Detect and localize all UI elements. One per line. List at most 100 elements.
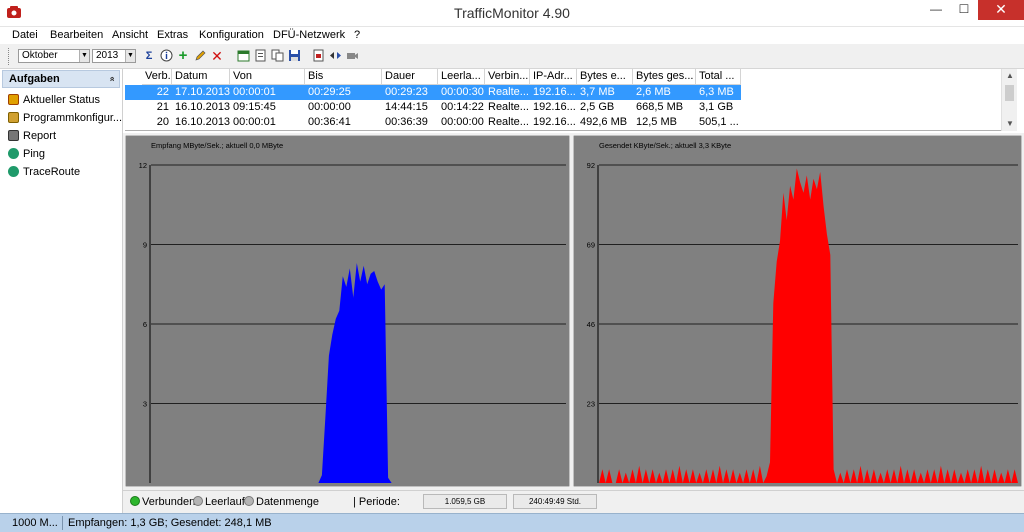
rx-tick-label: 6	[143, 320, 147, 329]
month-select[interactable]: Oktober ▼	[18, 49, 90, 63]
column-header[interactable]: Verbin...	[485, 69, 530, 85]
delete-icon[interactable]: ✕	[210, 49, 224, 63]
chevron-down-icon[interactable]: ▼	[79, 50, 89, 62]
menu-help[interactable]: ?	[354, 29, 360, 41]
toolbar-grip[interactable]	[8, 48, 11, 65]
scrollbar-thumb[interactable]	[1005, 85, 1014, 101]
info-icon[interactable]	[159, 49, 173, 63]
table-cell: Realte...	[488, 116, 529, 128]
table-cell: 2,6 MB	[636, 86, 671, 98]
chart-area: Empfang MByte/Sek.; aktuell 0,0 MByte 3 6…	[123, 133, 1024, 490]
export-icon[interactable]	[253, 49, 267, 63]
table-cell: 16.10.2013	[175, 116, 230, 128]
column-header[interactable]: Dauer	[382, 69, 438, 85]
print-icon[interactable]	[311, 49, 325, 63]
table-cell: 22	[156, 86, 169, 98]
collapse-icon[interactable]: »	[103, 76, 119, 81]
menu-datei[interactable]: Datei	[12, 29, 38, 41]
close-button[interactable]: ✕	[978, 0, 1024, 20]
calendar-icon[interactable]	[236, 49, 250, 63]
month-select-value: Oktober	[22, 50, 58, 61]
column-header[interactable]: Verb.	[142, 69, 172, 85]
status-idle: Leerlauf	[193, 496, 245, 508]
tx-tick-label: 69	[587, 241, 595, 250]
menu-extras[interactable]: Extras	[157, 29, 188, 41]
status-idle-label: Leerlauf	[205, 496, 245, 508]
save-icon[interactable]	[287, 49, 301, 63]
window-status-bar: 1000 M... Empfangen: 1,3 GB; Gesendet: 2…	[0, 513, 1024, 532]
task-ping[interactable]: Ping	[8, 147, 122, 162]
task-current-status[interactable]: Aktueller Status	[8, 93, 122, 108]
tx-tick-label: 92	[587, 161, 595, 170]
table-row[interactable]: 22 17.10.2013 00:00:01 00:29:25 00:29:23…	[125, 85, 741, 100]
table-cell: 668,5 MB	[636, 101, 684, 113]
table-cell: 12,5 MB	[636, 116, 677, 128]
link-speed: 1000 M...	[12, 517, 58, 529]
year-select-value: 2013	[96, 50, 119, 61]
connected-dot-icon	[130, 496, 140, 506]
config-icon	[8, 112, 19, 123]
maximize-button[interactable]: ☐	[950, 0, 978, 20]
table-row[interactable]: 20 16.10.2013 00:00:01 00:36:41 00:36:39…	[125, 115, 741, 130]
camera-icon[interactable]	[345, 49, 359, 63]
column-header[interactable]: Bytes e...	[577, 69, 633, 85]
menu-bar: Datei Bearbeiten Ansicht Extras Konfigur…	[0, 27, 1024, 44]
network-icon[interactable]	[328, 49, 342, 63]
add-icon[interactable]: +	[176, 48, 190, 63]
table-cell: 6,3 MB	[699, 86, 734, 98]
menu-ansicht[interactable]: Ansicht	[112, 29, 148, 41]
table-cell: 00:00:00	[441, 116, 484, 128]
rx-tick-label: 9	[143, 241, 147, 250]
edit-icon[interactable]	[193, 49, 207, 63]
period-label: | Periode:	[353, 496, 400, 508]
connection-status-bar: Verbunden Leerlauf Datenmenge | Periode:…	[123, 490, 1024, 513]
idle-dot-icon	[193, 496, 203, 506]
year-select[interactable]: 2013 ▼	[92, 49, 136, 63]
table-cell: 492,6 MB	[580, 116, 628, 128]
table-cell: 21	[156, 101, 169, 113]
column-header[interactable]: Bytes ges...	[633, 69, 696, 85]
task-program-config[interactable]: Programmkonfigur...	[8, 111, 122, 126]
status-connected-label: Verbunden	[142, 496, 196, 508]
table-row[interactable]: 21 16.10.2013 09:15:45 00:00:00 14:44:15…	[125, 100, 741, 115]
table-cell: 192.16...	[533, 86, 576, 98]
table-cell: 00:29:25	[308, 86, 351, 98]
period-time: 240:49:49 Std.	[513, 494, 597, 509]
tx-tick-label: 23	[587, 400, 595, 409]
column-header[interactable]: Von	[230, 69, 305, 85]
minimize-button[interactable]: —	[922, 0, 950, 20]
status-datavolume-label: Datenmenge	[256, 496, 319, 508]
copy-icon[interactable]	[270, 49, 284, 63]
rx-tick-label: 3	[143, 400, 147, 409]
column-header[interactable]: Datum	[172, 69, 230, 85]
column-header[interactable]: Bis	[305, 69, 382, 85]
column-header[interactable]: IP-Adr...	[530, 69, 577, 85]
status-connected: Verbunden	[130, 496, 195, 508]
column-header[interactable]: Leerla...	[438, 69, 485, 85]
task-report[interactable]: Report	[8, 129, 122, 144]
scroll-up-icon[interactable]: ▲	[1002, 69, 1018, 83]
sum-icon[interactable]: Σ	[142, 49, 156, 63]
table-cell: 00:36:41	[308, 116, 351, 128]
column-header[interactable]: Total ...	[696, 69, 741, 85]
table-cell: 16.10.2013	[175, 101, 230, 113]
send-chart: Gesendet KByte/Sek.; aktuell 3,3 KByte 2…	[573, 135, 1022, 487]
menu-konfiguration[interactable]: Konfiguration	[199, 29, 264, 41]
table-cell: 192.16...	[533, 116, 576, 128]
received-sent-summary: Empfangen: 1,3 GB; Gesendet: 248,1 MB	[68, 517, 272, 529]
table-scrollbar[interactable]: ▲ ▼	[1001, 69, 1017, 131]
task-current-status-label: Aktueller Status	[23, 94, 101, 106]
menu-dfu-netzwerk[interactable]: DFÜ-Netzwerk	[273, 29, 345, 41]
table-cell: 14:44:15	[385, 101, 428, 113]
task-panel-header[interactable]: Aufgaben »	[2, 70, 120, 88]
task-traceroute[interactable]: TraceRoute	[8, 165, 122, 180]
menu-bearbeiten[interactable]: Bearbeiten	[50, 29, 103, 41]
title-bar: TrafficMonitor 4.90 — ☐ ✕	[0, 0, 1024, 27]
receive-chart-title: Empfang MByte/Sek.; aktuell 0,0 MByte	[151, 141, 283, 150]
status-icon	[8, 94, 19, 105]
chevron-down-icon[interactable]: ▼	[125, 50, 135, 62]
period-volume: 1.059,5 GB	[423, 494, 507, 509]
table-cell: 00:36:39	[385, 116, 428, 128]
scroll-down-icon[interactable]: ▼	[1002, 117, 1018, 131]
status-separator	[62, 516, 63, 530]
